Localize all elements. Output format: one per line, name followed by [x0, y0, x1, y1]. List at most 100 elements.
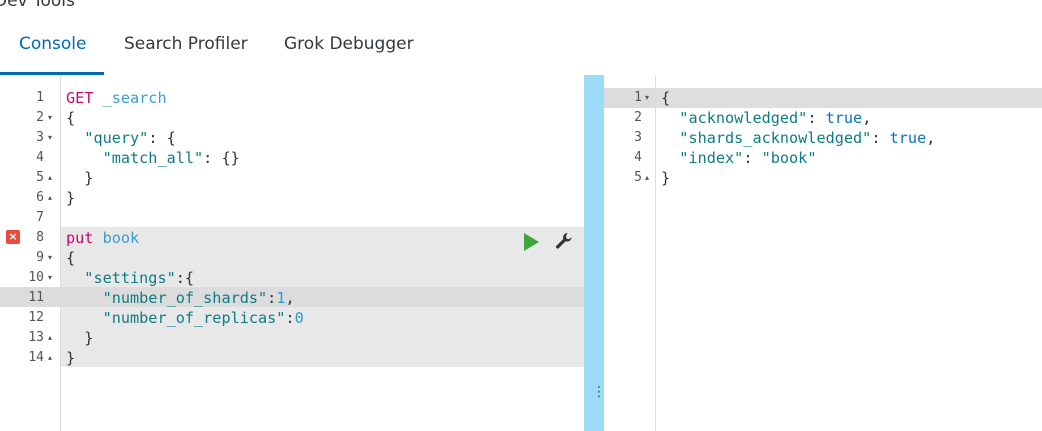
fold-caret-down-icon[interactable]: ▾ [48, 268, 52, 288]
code-token: : [807, 109, 826, 127]
wrench-icon[interactable] [554, 231, 574, 251]
code-line[interactable]: put book [66, 228, 139, 248]
code-line[interactable]: } [66, 188, 75, 208]
line-number: 6 [36, 190, 44, 205]
code-token: book [102, 229, 140, 247]
code-line[interactable]: } [66, 328, 93, 348]
line-number: 14 [28, 350, 44, 365]
code-token: true [889, 129, 927, 147]
fold-caret-up-icon[interactable]: ▴ [48, 168, 52, 188]
splitter-handle-icon[interactable]: ⋮ [592, 385, 606, 399]
code-token: "settings" [84, 269, 176, 287]
code-token: , [862, 109, 872, 127]
code-line[interactable]: { [66, 248, 75, 268]
fold-caret-up-icon[interactable]: ▴ [48, 348, 52, 368]
line-number: 3 [634, 130, 642, 145]
code-token: "query" [84, 129, 149, 147]
code-line[interactable]: } [66, 168, 93, 188]
code-line[interactable]: "number_of_shards":1, [66, 288, 295, 308]
code-token: : [871, 129, 890, 147]
fold-caret-down-icon[interactable]: ▾ [48, 248, 52, 268]
tab-console[interactable]: Console [19, 34, 87, 54]
code-token: } [66, 349, 76, 367]
code-token: : [285, 309, 295, 327]
code-line[interactable]: "shards_acknowledged": true, [661, 128, 935, 148]
code-line[interactable]: "index": "book" [661, 148, 816, 168]
code-line[interactable]: GET _search [66, 88, 167, 108]
line-number: 13 [28, 330, 44, 345]
line-number: 12 [28, 310, 44, 325]
code-token: } [661, 169, 671, 187]
panel-splitter[interactable]: ⋮ [584, 75, 606, 431]
fold-caret-up-icon[interactable]: ▴ [645, 168, 649, 188]
line-number: 3 [36, 130, 44, 145]
output-active-line-highlight [656, 88, 1042, 108]
line-number: 7 [36, 210, 44, 225]
tab-search-profiler[interactable]: Search Profiler [124, 34, 248, 54]
line-number: 10 [28, 270, 44, 285]
request-editor[interactable]: 1 GET _search 2 ▾{3 ▾ "query": {4 "match_all… [0, 75, 584, 431]
fold-caret-down-icon[interactable]: ▾ [48, 108, 52, 128]
code-line[interactable]: } [66, 348, 75, 368]
play-icon[interactable] [524, 233, 539, 251]
fold-caret-up-icon[interactable]: ▴ [48, 188, 52, 208]
code-token: : {} [203, 149, 240, 167]
code-token: { [661, 89, 671, 107]
code-token: : { [148, 129, 176, 147]
code-token: "book" [761, 149, 817, 167]
code-line[interactable]: "acknowledged": true, [661, 108, 871, 128]
code-line[interactable]: "match_all": {} [66, 148, 240, 168]
code-line[interactable]: } [661, 168, 670, 188]
line-number: 4 [36, 150, 44, 165]
code-line[interactable]: "number_of_replicas":0 [66, 308, 304, 328]
code-token: , [926, 129, 936, 147]
error-icon[interactable]: × [6, 230, 20, 244]
fold-caret-up-icon[interactable]: ▴ [48, 328, 52, 348]
response-output: 1 ▾ {2 "acknowledged": true, 3 "shards_ackn… [604, 75, 1042, 431]
code-token: true [825, 109, 863, 127]
code-token: , [285, 289, 295, 307]
code-token: "number_of_replicas" [102, 309, 286, 327]
code-token: { [66, 249, 76, 267]
code-token: : [743, 149, 762, 167]
code-token: :{ [175, 269, 195, 287]
line-number: 5 [36, 170, 44, 185]
line-number: 9 [36, 250, 44, 265]
code-token: "index" [679, 149, 744, 167]
code-line[interactable]: "settings":{ [66, 268, 194, 288]
code-token: _search [102, 89, 167, 107]
tab-bar: Console Search Profiler Grok Debugger [0, 22, 428, 76]
code-token: { [66, 109, 76, 127]
code-token: : [267, 289, 277, 307]
code-token: "acknowledged" [679, 109, 808, 127]
code-token: } [66, 329, 94, 347]
tab-grok-debugger[interactable]: Grok Debugger [284, 34, 414, 54]
code-line[interactable]: { [661, 88, 670, 108]
line-number: 11 [28, 290, 44, 305]
fold-caret-down-icon[interactable]: ▾ [645, 88, 649, 108]
code-line[interactable]: { [66, 108, 75, 128]
page-title: Dev Tools [0, 0, 75, 11]
code-token: "number_of_shards" [102, 289, 268, 307]
code-token: } [66, 169, 94, 187]
code-token: "match_all" [102, 149, 204, 167]
line-number: 5 [634, 170, 642, 185]
code-token: GET [66, 89, 94, 107]
line-number: 1 [634, 90, 642, 105]
fold-caret-down-icon[interactable]: ▾ [48, 128, 52, 148]
line-number: 2 [36, 110, 44, 125]
code-line[interactable]: "query": { [66, 128, 176, 148]
line-number: 1 [36, 90, 44, 105]
code-token: put [66, 229, 94, 247]
code-token: 0 [294, 309, 304, 327]
line-number: 4 [634, 150, 642, 165]
